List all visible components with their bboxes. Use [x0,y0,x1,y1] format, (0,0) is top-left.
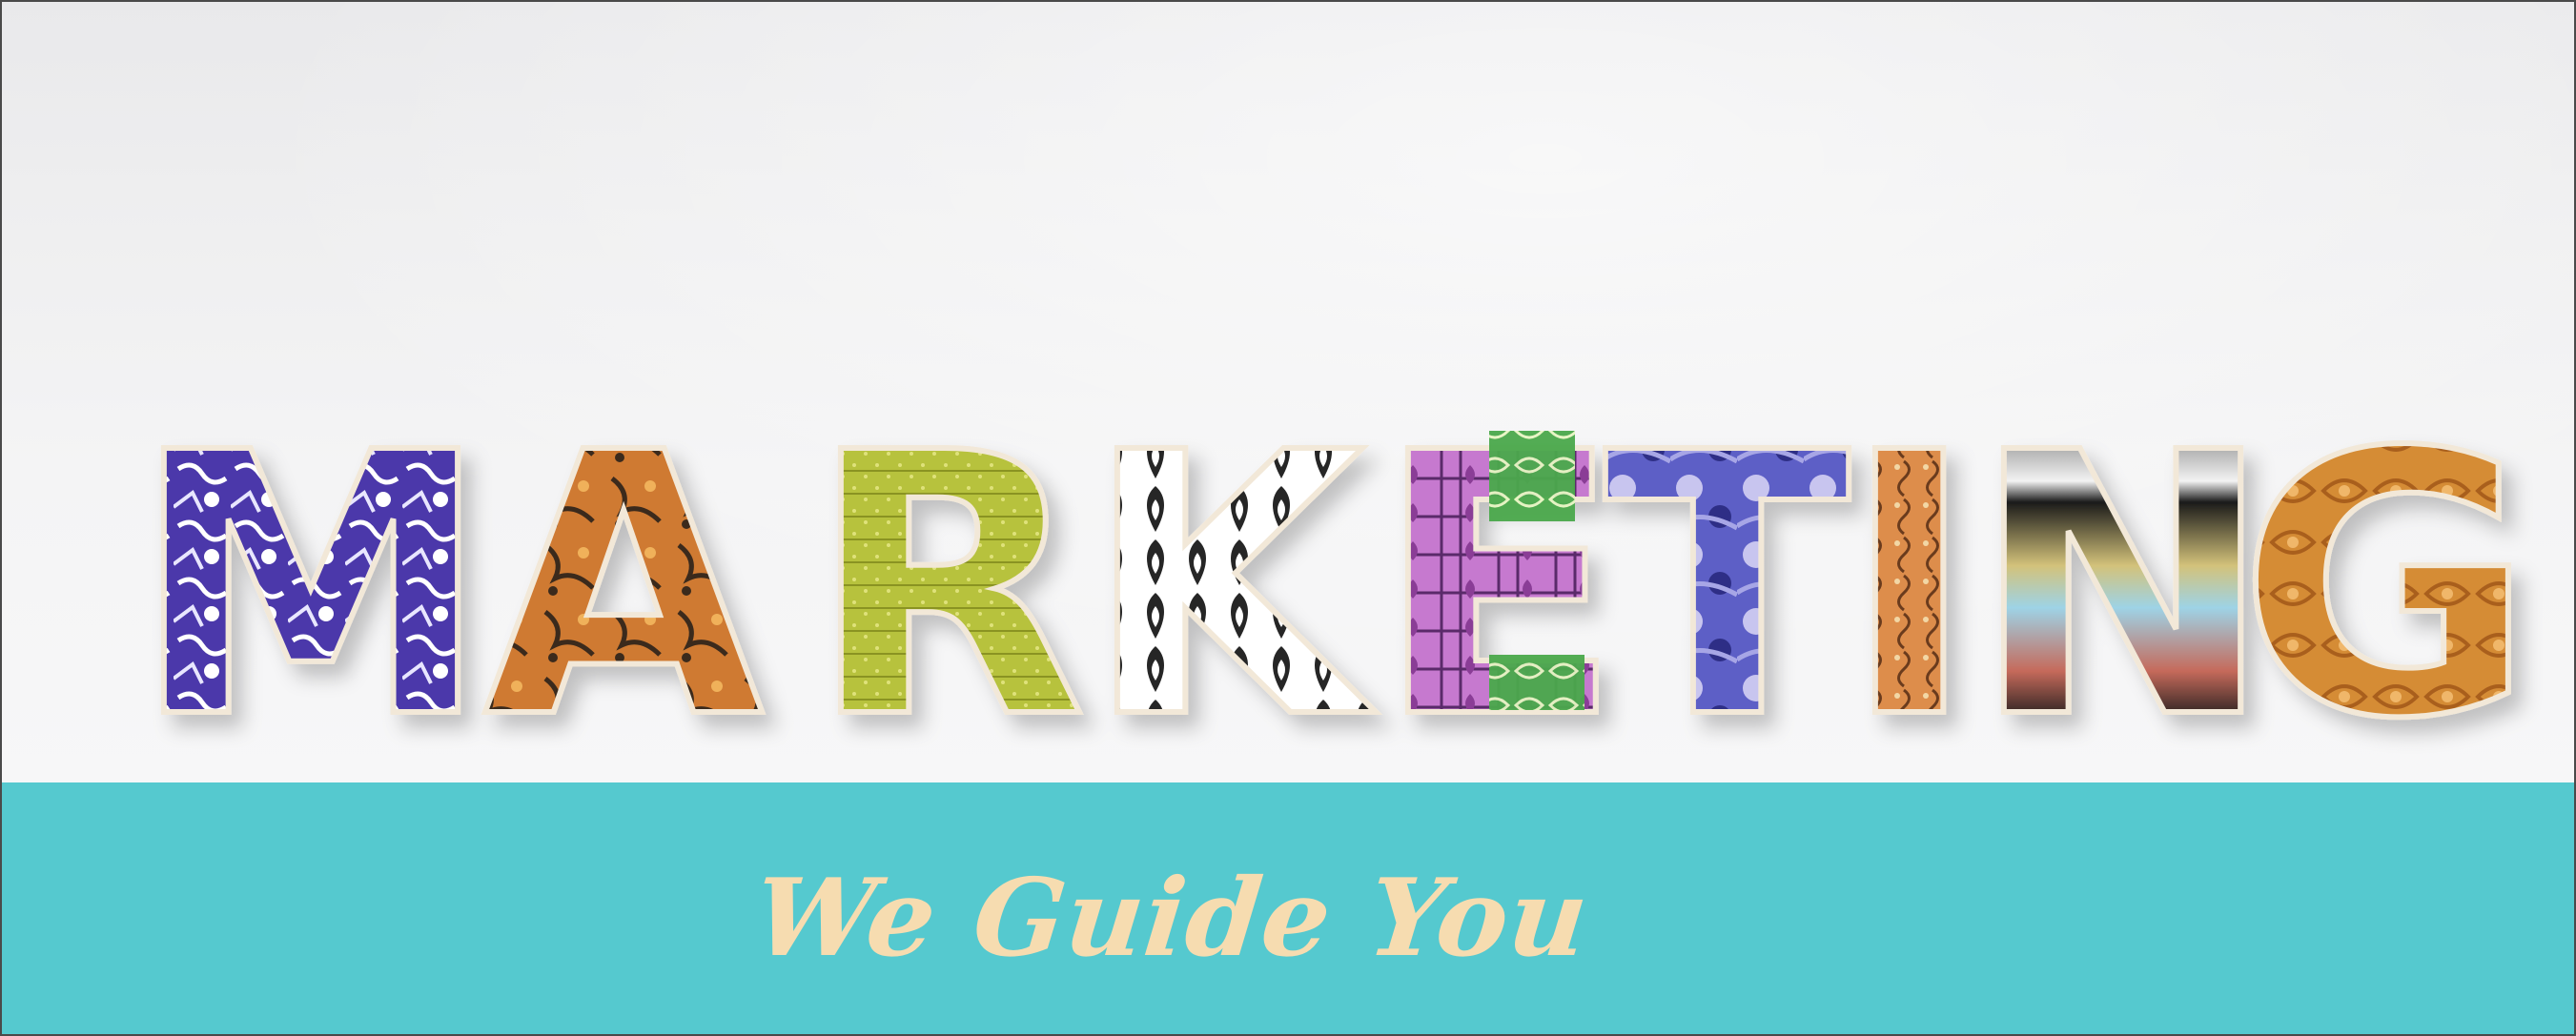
letter-m: M [131,376,491,782]
letter-e-green-panel-bottom [1489,655,1584,710]
letter-a: A [483,376,767,782]
letter-t: T [1604,376,1852,782]
marketing-letters-graphic: M A R K E T I N G [128,373,2538,782]
tagline: We Guide You [748,856,1595,981]
letter-i: I [1842,376,1976,782]
marketing-letters-photo: M A R K E T I N G [2,2,2574,782]
marketing-banner: M A R K E T I N G We Guide You [0,0,2576,1036]
letter-k: K [1084,376,1379,782]
letter-r: R [808,376,1087,782]
letter-g: G [2238,376,2535,782]
letter-e-green-panel [1489,431,1575,521]
letter-n: N [1971,376,2274,782]
